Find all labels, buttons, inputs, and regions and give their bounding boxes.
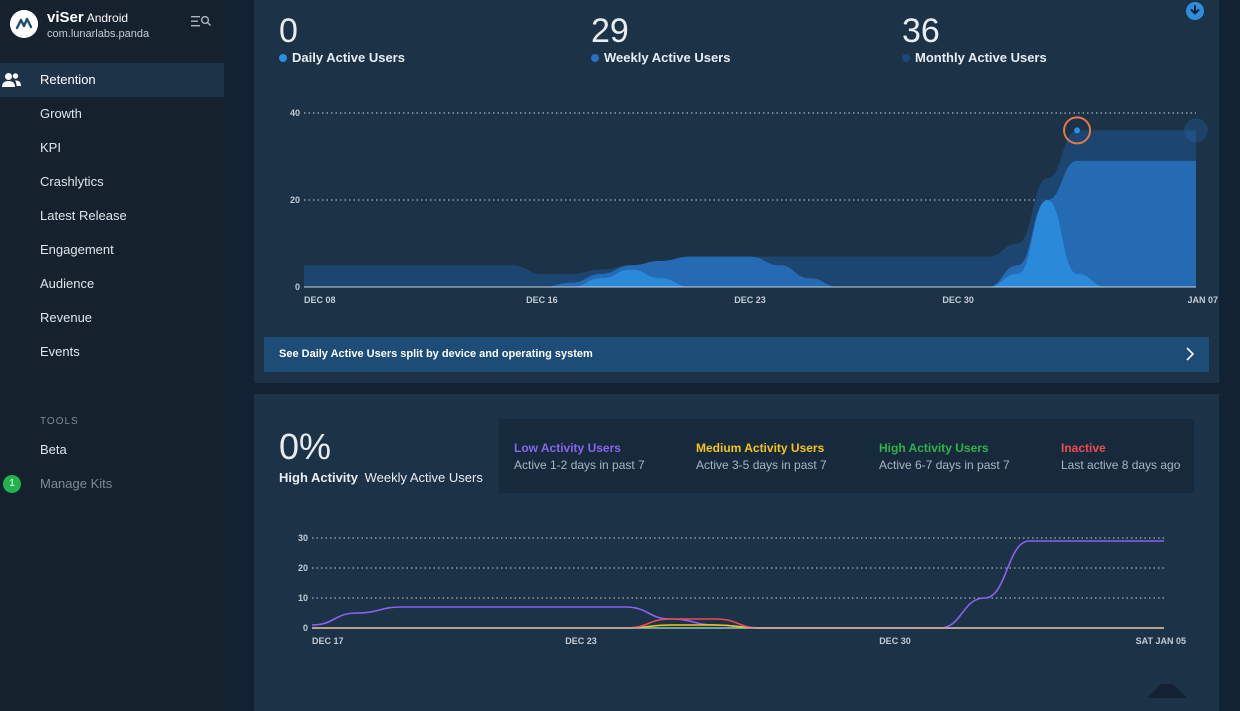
sidebar-item-label: Engagement — [40, 242, 114, 257]
y-tick-label: 40 — [290, 108, 300, 118]
sidebar-item-revenue[interactable]: Revenue — [0, 301, 224, 335]
metric-label: Daily Active Users — [279, 50, 405, 65]
legend-item-inactive[interactable]: Inactive Last active 8 days ago — [1061, 441, 1180, 472]
sidebar-item-audience[interactable]: Audience — [0, 267, 224, 301]
metric-label: Monthly Active Users — [902, 50, 1047, 65]
app-package: com.lunarlabs.panda — [47, 28, 150, 40]
activity-chart[interactable]: 0 10 20 30 DEC 17 DEC 23 DEC 30 SAT JAN 05 — [254, 524, 1219, 654]
x-tick-label: DEC 17 — [312, 636, 344, 646]
sidebar-item-label: KPI — [40, 140, 61, 155]
sidebar-item-label: Events — [40, 344, 80, 359]
metric-value: 0 — [279, 12, 298, 50]
monthly-active-users-metric: 36 Monthly Active Users — [902, 12, 1047, 65]
legend-title: Inactive — [1061, 441, 1106, 455]
legend-title: Medium Activity Users — [696, 441, 825, 455]
legend-item-low[interactable]: Low Activity Users Active 1-2 days in pa… — [514, 441, 645, 472]
caption-strong: High Activity — [279, 470, 358, 485]
metric-value: 29 — [591, 12, 629, 50]
sidebar-item-label: Audience — [40, 276, 95, 291]
weekly-active-users-metric: 29 Weekly Active Users — [591, 12, 730, 65]
split-by-device-link[interactable]: See Daily Active Users split by device a… — [264, 337, 1209, 372]
activity-panel: 0% High Activity Weekly Active Users Low… — [254, 394, 1219, 711]
y-tick-label: 20 — [290, 195, 300, 205]
app-logo — [10, 10, 38, 38]
sidebar-nav: Retention Growth KPI Crashlytics Latest … — [0, 63, 224, 369]
line-series-low-activity-users[interactable] — [311, 540, 1164, 629]
sidebar-item-label: Latest Release — [40, 208, 127, 223]
y-tick-label: 0 — [303, 623, 308, 633]
high-activity-caption: High Activity Weekly Active Users — [279, 470, 483, 485]
caption-text: Weekly Active Users — [364, 470, 483, 485]
app-header: viSer Android com.lunarlabs.panda — [0, 0, 224, 52]
hover-point — [1074, 127, 1081, 134]
split-link-label: See Daily Active Users split by device a… — [279, 348, 593, 360]
x-tick-label: DEC 08 — [304, 295, 336, 305]
sidebar-item-engagement[interactable]: Engagement — [0, 233, 224, 267]
x-tick-label: DEC 30 — [942, 295, 974, 305]
sidebar-item-label: Revenue — [40, 310, 93, 325]
sidebar-item-manage-kits[interactable]: 1 Manage Kits — [0, 467, 224, 501]
sidebar-item-growth[interactable]: Growth — [0, 97, 224, 131]
metric-value: 36 — [902, 12, 940, 50]
activity-legend: Low Activity Users Active 1-2 days in pa… — [499, 419, 1194, 493]
sidebar-item-beta[interactable]: Beta — [0, 433, 224, 467]
legend-title: High Activity Users — [879, 441, 989, 455]
y-tick-label: 30 — [298, 533, 308, 543]
users-icon — [2, 73, 21, 87]
daily-active-users-metric: 0 Daily Active Users — [279, 12, 405, 65]
collapse-search-icon[interactable] — [191, 14, 211, 30]
sidebar-item-retention[interactable]: Retention — [0, 63, 224, 97]
sidebar: viSer Android com.lunarlabs.panda Retenti… — [0, 0, 224, 711]
end-point-halo — [1184, 118, 1208, 143]
active-users-panel: 0 Daily Active Users 29 Weekly Active Us… — [254, 0, 1219, 383]
x-tick-label: DEC 16 — [526, 295, 558, 305]
sidebar-item-label: Retention — [40, 72, 96, 87]
x-tick-label: DEC 23 — [565, 636, 597, 646]
legend-desc: Active 1-2 days in past 7 — [514, 458, 645, 472]
caret-up-icon — [1147, 684, 1187, 698]
legend-dot — [591, 54, 599, 62]
chevron-right-icon — [1186, 347, 1195, 361]
legend-desc: Active 3-5 days in past 7 — [696, 458, 827, 472]
kits-count-badge: 1 — [3, 475, 21, 493]
metric-label-text: Daily Active Users — [292, 50, 405, 65]
x-tick-label: JAN 07 — [1187, 295, 1218, 305]
legend-title: Low Activity Users — [514, 441, 621, 455]
legend-desc: Active 6-7 days in past 7 — [879, 458, 1010, 472]
legend-dot — [902, 54, 910, 62]
x-tick-label: DEC 23 — [734, 295, 766, 305]
active-users-chart[interactable]: 0 20 40 DEC 08 DEC 16 DEC 23 DEC 30 JAN 07 — [254, 95, 1219, 315]
sidebar-item-latest-release[interactable]: Latest Release — [0, 199, 224, 233]
app-platform: Android — [86, 11, 129, 25]
tools-section-label: TOOLS — [40, 416, 79, 427]
y-tick-label: 0 — [295, 282, 300, 292]
app-name-text: viSer — [47, 9, 84, 26]
legend-item-high[interactable]: High Activity Users Active 6-7 days in p… — [879, 441, 1010, 472]
sidebar-item-crashlytics[interactable]: Crashlytics — [0, 165, 224, 199]
y-tick-label: 10 — [298, 593, 308, 603]
sidebar-item-label: Crashlytics — [40, 174, 104, 189]
sidebar-item-kpi[interactable]: KPI — [0, 131, 224, 165]
y-tick-label: 20 — [298, 563, 308, 573]
metric-label-text: Monthly Active Users — [915, 50, 1047, 65]
sidebar-item-label: Beta — [40, 442, 67, 457]
high-activity-percent: 0% — [279, 426, 332, 467]
legend-desc: Last active 8 days ago — [1061, 458, 1181, 472]
download-icon[interactable] — [1185, 1, 1205, 21]
metric-label: Weekly Active Users — [591, 50, 730, 65]
app-name: viSer Android — [47, 9, 128, 26]
x-tick-label: SAT JAN 05 — [1136, 636, 1186, 646]
sidebar-item-events[interactable]: Events — [0, 335, 224, 369]
x-tick-label: DEC 30 — [879, 636, 911, 646]
metric-label-text: Weekly Active Users — [604, 50, 731, 65]
legend-item-medium[interactable]: Medium Activity Users Active 3-5 days in… — [696, 441, 827, 472]
sidebar-item-label: Manage Kits — [40, 476, 113, 491]
sidebar-item-label: Growth — [40, 106, 82, 121]
legend-dot — [279, 54, 287, 62]
